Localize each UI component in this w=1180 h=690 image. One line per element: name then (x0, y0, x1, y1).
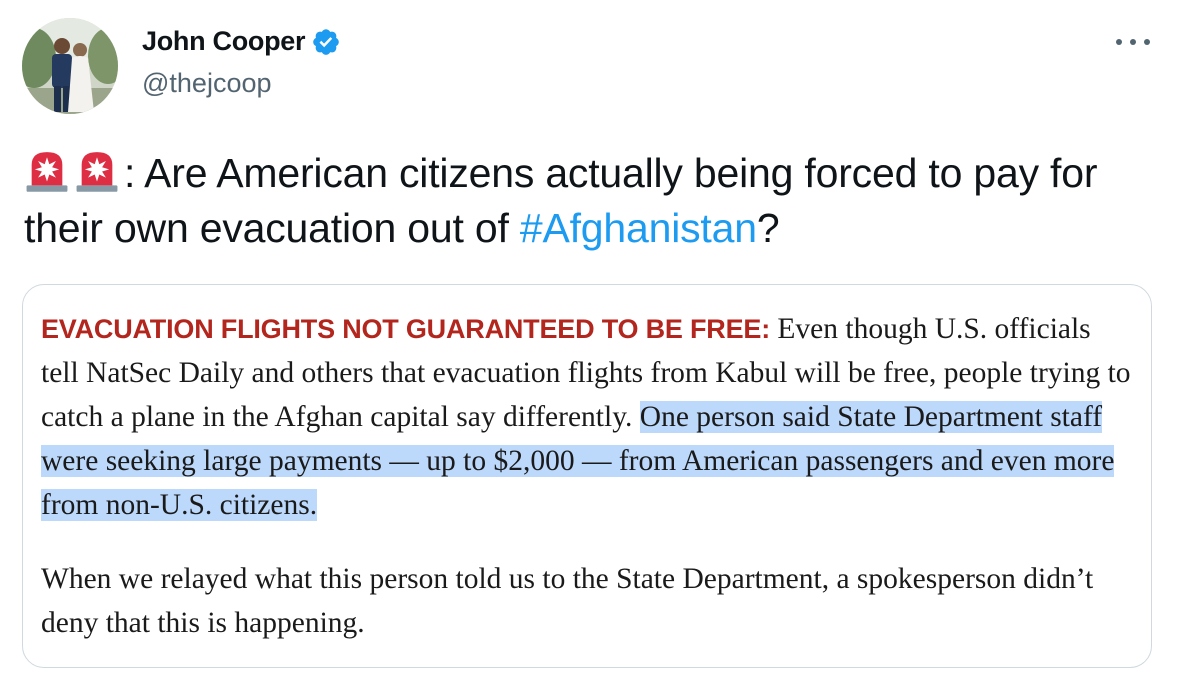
hashtag-link[interactable]: #Afghanistan (520, 205, 757, 251)
article-paragraph-2: When we relayed what this person told us… (41, 563, 1094, 639)
dot (1144, 39, 1150, 45)
dot (1116, 39, 1122, 45)
article-paragraph-1: EVACUATION FLIGHTS NOT GUARANTEED TO BE … (41, 307, 1131, 527)
article-lead-in: EVACUATION FLIGHTS NOT GUARANTEED TO BE … (41, 314, 771, 344)
avatar[interactable] (22, 18, 118, 114)
siren-icon (76, 152, 118, 192)
quoted-screenshot-card[interactable]: EVACUATION FLIGHTS NOT GUARANTEED TO BE … (22, 284, 1152, 668)
display-name[interactable]: John Cooper (142, 26, 306, 57)
avatar-photo-icon (22, 18, 118, 114)
more-dots-icon[interactable] (1116, 32, 1150, 52)
siren-icon (26, 152, 68, 192)
tweet-text-end: ? (756, 205, 780, 251)
article-excerpt: EVACUATION FLIGHTS NOT GUARANTEED TO BE … (41, 307, 1131, 645)
author-handle[interactable]: @thejcoop (142, 68, 272, 99)
author-name-row[interactable]: John Cooper (142, 26, 341, 57)
verified-badge-icon (313, 28, 340, 55)
dot (1130, 39, 1136, 45)
tweet-text: : Are American citizens actually being f… (24, 146, 1154, 256)
